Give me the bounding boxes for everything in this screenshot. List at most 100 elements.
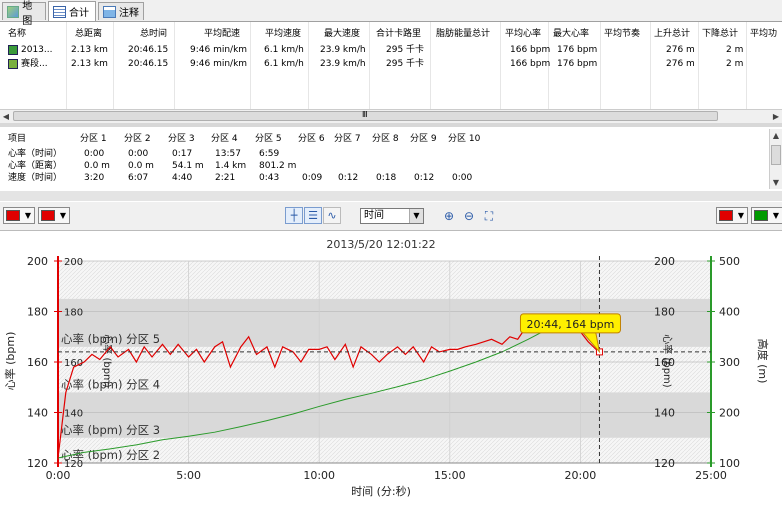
y-tick-label-alt: 200: [719, 407, 740, 420]
x-tick-label: 0:00: [46, 469, 71, 482]
x-tick-label: 20:00: [565, 469, 597, 482]
horizontal-scrollbar[interactable]: ◀ Ⅲ ▶: [0, 109, 782, 123]
col-header[interactable]: 项目: [8, 133, 26, 146]
col-header[interactable]: 分区 8: [372, 133, 399, 146]
y-tick-label-left: 180: [27, 306, 48, 319]
col-header[interactable]: 平均功: [750, 28, 777, 41]
cell-ascent: 276 m: [666, 45, 695, 55]
scroll-thumb[interactable]: Ⅲ: [13, 110, 718, 121]
chevron-down-icon: ▼: [737, 211, 744, 220]
right-color-picker-2[interactable]: ▼: [751, 207, 782, 224]
zone-cell: 0:43: [259, 173, 280, 183]
chart-svg[interactable]: 2013/5/20 12:01:22 心率 (bpm) 分区 2心率 (bpm)…: [0, 231, 782, 513]
color-swatch: [719, 210, 733, 221]
table-row[interactable]: 赛段... 2.13 km 20:46.15 9:46 min/km 6.1 k…: [0, 58, 782, 71]
col-header[interactable]: 分区 3: [168, 133, 195, 146]
col-header[interactable]: 最大速度: [324, 28, 360, 41]
run-icon: [8, 45, 18, 55]
y-tick-label-inner: 180: [64, 308, 83, 319]
col-header[interactable]: 平均配速: [204, 28, 240, 41]
zoom-out-icon[interactable]: ⊖: [461, 208, 477, 224]
cell-max-hr: 176 bpm: [557, 59, 598, 69]
cell-ascent: 276 m: [666, 59, 695, 69]
left-color-picker-1[interactable]: ▼: [3, 207, 35, 224]
fit-to-window-icon[interactable]: ⛶: [481, 208, 497, 224]
col-header[interactable]: 上升总计: [654, 28, 690, 41]
y-axis-title-left: 心率 (bpm): [3, 332, 17, 391]
tab-notes[interactable]: 注释: [98, 2, 144, 20]
cell-avg-hr: 166 bpm: [510, 45, 551, 55]
view-tabs: 地图 合计 注释: [0, 0, 782, 27]
zone-cell: 2:21: [215, 173, 236, 183]
x-axis-title: 时间 (分:秒): [351, 484, 411, 498]
x-axis-select[interactable]: 时间 ▼: [360, 208, 424, 224]
chevron-down-icon: ▼: [59, 211, 66, 220]
scroll-thumb[interactable]: [771, 145, 781, 165]
zone-cell: 3:20: [84, 173, 105, 183]
y-tick-label-right-inner: 180: [654, 306, 675, 319]
zone-cell: 0:09: [302, 173, 323, 183]
tab-map[interactable]: 地图: [2, 1, 46, 27]
summary-table: 名称 总距离 总时间 平均配速 平均速度 最大速度 合计卡路里 脂肪能量总计 平…: [0, 22, 782, 109]
chevron-down-icon: ▼: [24, 211, 31, 220]
tab-summary[interactable]: 合计: [48, 1, 96, 21]
zone-cell: 4:40: [172, 173, 193, 183]
splitter[interactable]: [0, 191, 782, 201]
col-header[interactable]: 平均心率: [505, 28, 541, 41]
crosshair-button[interactable]: ┼: [285, 207, 303, 224]
zone-cell: 0:18: [376, 173, 397, 183]
table-icon: [53, 5, 66, 18]
col-header[interactable]: 分区 2: [124, 133, 151, 146]
zoom-in-icon[interactable]: ⊕: [441, 208, 457, 224]
col-header[interactable]: 合计卡路里: [376, 28, 421, 41]
col-header[interactable]: 分区 4: [211, 133, 238, 146]
cell-pace: 9:46 min/km: [190, 45, 248, 55]
zone-fill-button[interactable]: ☰: [304, 207, 322, 224]
scroll-grip: Ⅲ: [362, 110, 368, 119]
zone-fill-icon: ☰: [308, 209, 318, 222]
y-tick-label-left: 160: [27, 356, 48, 369]
zone-cell: 6:07: [128, 173, 149, 183]
col-header[interactable]: 分区 6: [298, 133, 325, 146]
col-header[interactable]: 平均速度: [265, 28, 301, 41]
col-header[interactable]: 分区 7: [334, 133, 361, 146]
right-color-picker-1[interactable]: ▼: [716, 207, 748, 224]
chart-panel: 2013/5/20 12:01:22 心率 (bpm) 分区 2 心率 (bpm)…: [0, 231, 782, 513]
zone-cell: 0:12: [414, 173, 435, 183]
col-header[interactable]: 分区 1: [80, 133, 107, 146]
table-row[interactable]: 速度（时间） 3:20 6:07 4:40 2:21 0:43 0:09 0:12 0:18 0:…: [0, 172, 782, 185]
scroll-right-icon[interactable]: ▶: [770, 110, 782, 123]
scroll-up-icon[interactable]: ▲: [770, 129, 782, 142]
col-header[interactable]: 下降总计: [702, 28, 738, 41]
left-color-picker-2[interactable]: ▼: [38, 207, 70, 224]
table-row[interactable]: 2013... 2.13 km 20:46.15 9:46 min/km 6.1…: [0, 44, 782, 57]
col-header[interactable]: 名称: [8, 28, 26, 41]
col-header[interactable]: 分区 10: [448, 133, 480, 146]
cursor-tooltip-text: 20:44, 164 bpm: [527, 318, 615, 331]
col-header[interactable]: 分区 9: [410, 133, 437, 146]
col-header[interactable]: 平均节奏: [604, 28, 640, 41]
col-header[interactable]: 分区 5: [255, 133, 282, 146]
col-header[interactable]: 总距离: [75, 28, 102, 41]
zones-header-row: 项目 分区 1 分区 2 分区 3 分区 4 分区 5 分区 6 分区 7 分区…: [0, 133, 782, 146]
col-header[interactable]: 脂肪能量总计: [436, 28, 490, 41]
row-name: 赛段...: [21, 59, 48, 69]
col-header[interactable]: 总时间: [140, 28, 167, 41]
chevron-down-icon: ▼: [409, 209, 423, 223]
col-header[interactable]: 最大心率: [553, 28, 589, 41]
y-tick-label-right-inner: 120: [654, 457, 675, 470]
summary-header-row: 名称 总距离 总时间 平均配速 平均速度 最大速度 合计卡路里 脂肪能量总计 平…: [0, 28, 782, 41]
scroll-left-icon[interactable]: ◀: [0, 110, 12, 123]
vertical-scrollbar[interactable]: ▲ ▼: [769, 129, 782, 189]
splitter[interactable]: [0, 123, 782, 127]
x-tick-label: 5:00: [176, 469, 201, 482]
y-tick-label-inner: 140: [64, 409, 83, 420]
cell-speed: 6.1 km/h: [264, 45, 304, 55]
cell-calories: 295 千卡: [386, 59, 425, 69]
cell-pace: 9:46 min/km: [190, 59, 248, 69]
smooth-line-button[interactable]: ∿: [323, 207, 341, 224]
cell-distance: 2.13 km: [71, 45, 108, 55]
cell-descent: 2 m: [726, 59, 744, 69]
scroll-down-icon[interactable]: ▼: [770, 176, 782, 189]
x-tick-label: 25:00: [695, 469, 727, 482]
